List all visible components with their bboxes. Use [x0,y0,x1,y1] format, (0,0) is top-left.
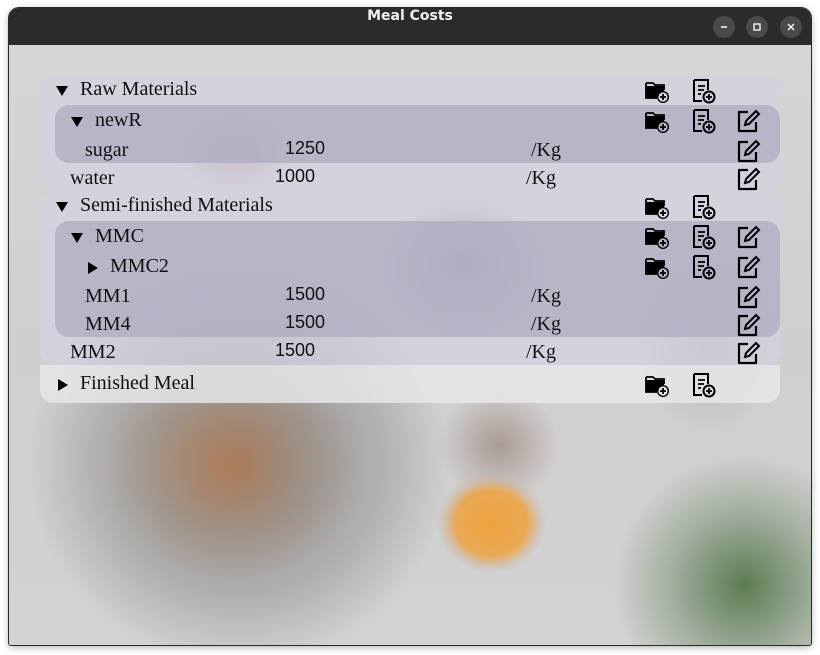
triangle-down-icon[interactable] [70,115,84,129]
subgroup-MMC: MMC MMC2 MM1 1500 /Kg MM4 1500 /Kg [55,221,780,337]
item-name: sugar [85,139,129,161]
edit-button[interactable] [735,341,761,367]
triangle-down-icon[interactable] [70,231,84,245]
add-document-icon [693,225,716,250]
item-row-sugar[interactable]: sugar 1250 /Kg [55,136,795,164]
tree-node-newR[interactable]: newR [55,106,795,134]
tree-node-MMC2[interactable]: MMC2 [55,252,795,280]
triangle-down-icon[interactable] [55,200,69,214]
close-icon [787,23,795,31]
edit-button[interactable] [735,167,761,193]
item-row-MM2[interactable]: MM2 1500 /Kg [40,338,780,366]
edit-icon [737,225,761,249]
close-button[interactable] [780,16,802,38]
semi-finished-group: Semi-finished Materials MMC MMC2 MM1 150… [40,191,780,365]
item-row-MM1[interactable]: MM1 1500 /Kg [55,282,795,310]
item-row-water[interactable]: water 1000 /Kg [40,164,780,192]
edit-icon [737,341,761,365]
edit-button[interactable] [735,255,761,281]
add-folder-icon [645,376,669,397]
add-document-icon [693,373,716,398]
item-unit: /Kg [531,285,561,307]
item-name: MM1 [85,285,131,307]
add-folder-icon [645,82,669,103]
minimize-icon [721,26,727,28]
triangle-right-icon[interactable] [86,261,100,275]
add-document-icon [693,195,716,220]
finished-meal-group: Finished Meal [40,365,780,403]
edit-button[interactable] [735,313,761,339]
add-folder-button[interactable] [644,78,670,104]
minimize-button[interactable] [713,16,735,38]
item-price: 1250 [285,138,326,158]
item-price: 1500 [285,312,326,332]
item-unit: /Kg [531,313,561,335]
item-name: MM2 [70,341,116,363]
add-folder-button[interactable] [644,372,670,398]
add-folder-icon [645,198,669,219]
add-document-button[interactable] [690,224,716,250]
edit-button[interactable] [735,225,761,251]
add-document-button[interactable] [690,108,716,134]
add-folder-button[interactable] [644,194,670,220]
add-document-button[interactable] [690,254,716,280]
add-document-button[interactable] [690,194,716,220]
node-label: Raw Materials [80,78,198,100]
main-content: Raw Materials newR sugar 1250 /Kg water … [9,45,811,645]
item-price: 1000 [275,166,316,186]
raw-materials-group: Raw Materials newR sugar 1250 /Kg water … [40,75,780,191]
item-unit: /Kg [526,167,556,189]
item-unit: /Kg [531,139,561,161]
triangle-down-icon[interactable] [55,84,69,98]
add-folder-button[interactable] [644,108,670,134]
edit-icon [737,313,761,337]
subgroup-newR: newR sugar 1250 /Kg [55,105,780,163]
edit-button[interactable] [735,139,761,165]
window-title: Meal Costs [367,8,453,24]
edit-icon [737,285,761,309]
maximize-icon [753,23,761,31]
add-folder-button[interactable] [644,254,670,280]
title-bar: Meal Costs [9,8,811,45]
item-price: 1500 [275,340,316,360]
node-label: MMC2 [110,255,169,277]
node-label: MMC [95,225,144,247]
item-name: MM4 [85,313,131,335]
node-label: Semi-finished Materials [80,194,273,216]
edit-button[interactable] [735,285,761,311]
add-document-icon [693,79,716,104]
node-label: newR [95,109,142,131]
add-document-button[interactable] [690,372,716,398]
add-document-icon [693,255,716,280]
edit-icon [737,109,761,133]
item-name: water [70,167,115,189]
item-price: 1500 [285,284,326,304]
add-folder-icon [645,112,669,133]
item-unit: /Kg [526,341,556,363]
app-window: Meal Costs Raw Materials newR sugar 1250… [9,8,811,645]
item-row-MM4[interactable]: MM4 1500 /Kg [55,310,795,338]
edit-icon [737,167,761,191]
add-folder-icon [645,228,669,249]
add-folder-button[interactable] [644,224,670,250]
tree-node-MMC[interactable]: MMC [55,222,795,250]
add-document-icon [693,109,716,134]
edit-icon [737,139,761,163]
edit-button[interactable] [735,109,761,135]
edit-icon [737,255,761,279]
maximize-button[interactable] [746,16,768,38]
node-label: Finished Meal [80,372,195,394]
add-document-button[interactable] [690,78,716,104]
add-folder-icon [645,258,669,279]
triangle-right-icon[interactable] [56,378,70,392]
